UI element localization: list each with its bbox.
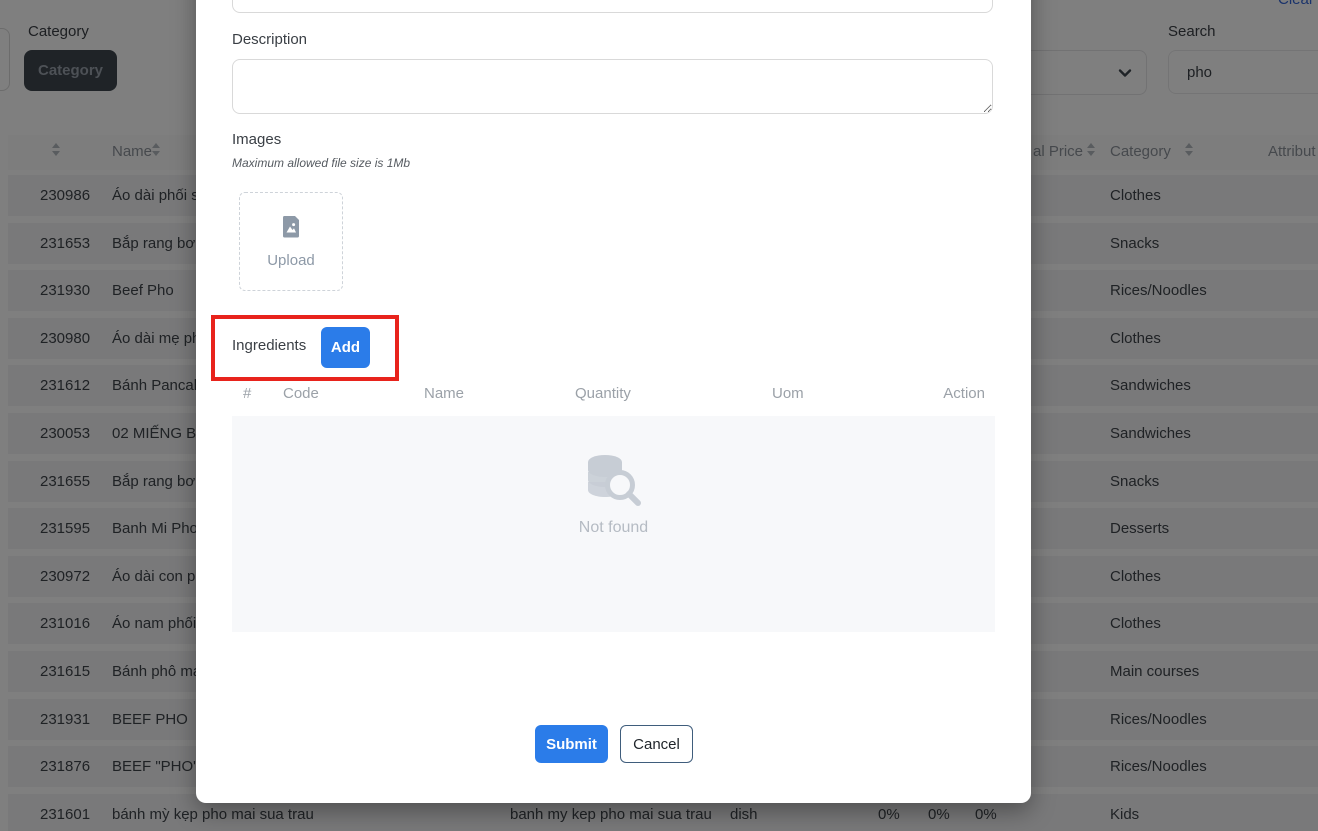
upload-button[interactable]: Upload [239,192,343,291]
submit-button[interactable]: Submit [535,725,608,763]
page: Category Category Search Clear Name al P… [0,0,1318,831]
add-ingredient-button[interactable]: Add [321,327,370,368]
ing-name-column-header: Name [424,385,464,402]
not-found-icon [583,452,645,513]
num-column-header: # [243,385,251,402]
upload-label: Upload [267,252,315,269]
images-label: Images [232,131,281,148]
images-hint: Maximum allowed file size is 1Mb [232,156,410,170]
cancel-button[interactable]: Cancel [620,725,693,763]
product-form-modal: Description Images Maximum allowed file … [196,0,1031,803]
action-column-header: Action [943,385,985,402]
ingredients-empty-state: Not found [232,416,995,632]
image-file-icon [279,215,303,244]
description-field[interactable] [232,59,993,114]
uom-column-header: Uom [772,385,804,402]
description-label: Description [232,31,307,48]
name-field[interactable] [232,0,993,13]
not-found-text: Not found [579,519,648,537]
quantity-column-header: Quantity [575,385,631,402]
ingredients-label: Ingredients [232,337,306,354]
code-column-header: Code [283,385,319,402]
